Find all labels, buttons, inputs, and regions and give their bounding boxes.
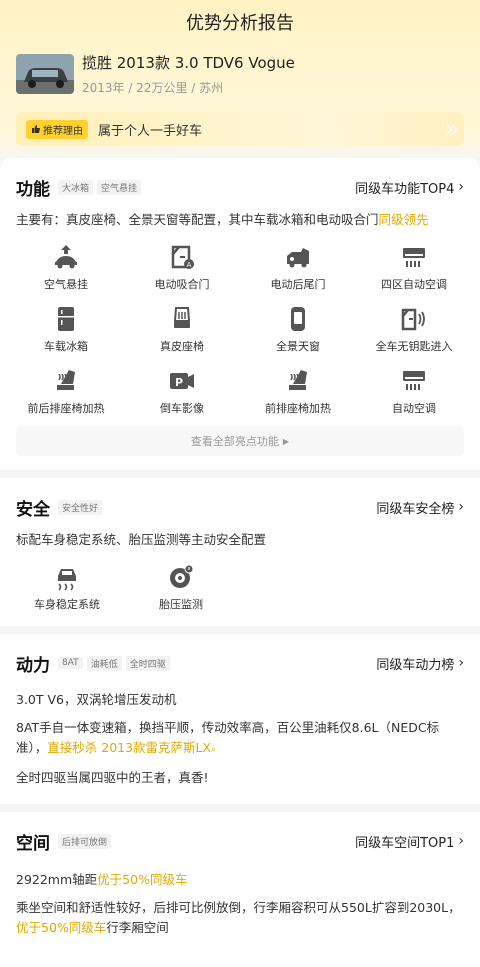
feature-item[interactable]: 电动后尾门 [240, 242, 356, 294]
soft-close-door-icon: A [171, 245, 194, 269]
keyless-entry-icon [401, 308, 425, 331]
chevron-right-icon: › [458, 179, 464, 195]
power-title: 动力 [16, 655, 50, 676]
feature-item[interactable]: A 电动吸合门 [124, 242, 240, 294]
page-header: 优势分析报告 [0, 0, 480, 44]
svg-text:A: A [187, 261, 192, 269]
feature-item[interactable]: 前后排座椅加热 [8, 366, 124, 418]
chevrons-decoration-icon: » [444, 114, 460, 144]
feature-item[interactable]: 胎压监测 [124, 562, 238, 614]
space-tag: 后排可放倒 [58, 833, 112, 849]
feature-item[interactable]: 自动空调 [356, 366, 472, 418]
leather-seat-icon [173, 307, 191, 328]
power-tag: 油耗低 [86, 655, 122, 671]
stability-control-icon [58, 569, 76, 591]
car-meta: 2013年 / 22万公里 / 苏州 [82, 81, 224, 95]
triangle-right-icon: ▶ [282, 436, 290, 446]
seat-heat-icon [57, 370, 75, 390]
feature-item[interactable]: 前排座椅加热 [240, 366, 356, 418]
power-tailgate-icon [287, 248, 309, 268]
page-title: 优势分析报告 [186, 13, 294, 34]
function-tag: 空气悬挂 [97, 179, 142, 195]
function-card: 功能 大冰箱 空气悬挂 同级车功能TOP4 › 主要有：真皮座椅、全景天窗等配置，… [0, 158, 480, 470]
power-tag: 8AT [58, 657, 83, 669]
feature-item[interactable]: 真皮座椅 [124, 304, 240, 356]
feature-item[interactable]: 车身稳定系统 [10, 562, 124, 614]
power-transmission: 8AT手自一体变速箱，换挡平顺，传动效率高，百公里油耗仅8.6L（NEDC标准）… [16, 720, 440, 755]
view-all-features-button[interactable]: 查看全部亮点功能 ▶ [16, 426, 464, 456]
power-engine: 3.0T V6，双涡轮增压发动机 [16, 692, 177, 707]
seat-heat-icon [289, 370, 307, 390]
compare-link[interactable]: 直接秒杀 2013款雷克萨斯LX [47, 740, 211, 755]
power-rank-link[interactable]: 同级车动力榜 › [376, 654, 464, 673]
recommend-tag: 推荐理由 [26, 119, 88, 139]
chevron-right-icon: › [458, 499, 464, 515]
feature-item[interactable]: 全车无钥匙进入 [356, 304, 472, 356]
thumbs-up-icon [32, 125, 40, 133]
feature-item[interactable]: 车载冰箱 [8, 304, 124, 356]
space-luggage: 乘坐空间和舒适性较好，后排可比例放倒，行李厢容积可从550L扩容到2030L，优… [16, 900, 461, 935]
safety-card: 安全 安全性好 同级车安全榜 › 标配车身稳定系统、胎压监测等主动安全配置 车身稳… [0, 478, 480, 626]
safety-feature-grid: 车身稳定系统 胎压监测 [0, 550, 480, 614]
chevron-right-icon: › [458, 833, 464, 849]
climate-zone-icon [403, 248, 425, 267]
safety-desc: 标配车身稳定系统、胎压监测等主动安全配置 [16, 532, 267, 547]
function-desc: 主要有：真皮座椅、全景天窗等配置，其中车载冰箱和电动吸合门同级领先 [16, 212, 429, 227]
safety-tag: 安全性好 [58, 499, 103, 515]
search-icon: ⌕ [211, 745, 217, 755]
chevron-right-icon: › [458, 655, 464, 671]
recommend-text: 属于个人一手好车 [98, 123, 203, 139]
space-wheelbase: 2922mm轴距优于50%同级车 [16, 872, 188, 887]
space-title: 空间 [16, 833, 50, 854]
air-suspension-icon [55, 245, 77, 269]
safety-title: 安全 [16, 499, 50, 520]
function-feature-grid: 空气悬挂 A 电动吸合门 电动后尾门 四区自动空调 车载冰箱 真皮座椅 全景天窗 [0, 230, 480, 418]
car-name: 揽胜 2013款 3.0 TDV6 Vogue [82, 54, 295, 72]
power-card: 动力 8AT 油耗低 全时四驱 同级车动力榜 › 3.0T V6，双涡轮增压发动机… [0, 634, 480, 804]
fridge-icon [58, 307, 74, 331]
feature-item[interactable]: 四区自动空调 [356, 242, 472, 294]
svg-text:P: P [175, 376, 183, 389]
car-thumbnail [16, 54, 74, 94]
function-title: 功能 [16, 179, 50, 200]
auto-ac-icon [403, 371, 425, 390]
car-summary: 揽胜 2013款 3.0 TDV6 Vogue 2013年 / 22万公里 / … [0, 44, 480, 96]
recommend-reason: 推荐理由 属于个人一手好车 » [16, 112, 464, 146]
feature-item[interactable]: P 倒车影像 [124, 366, 240, 418]
power-drivetrain: 全时四驱当属四驱中的王者，真香! [16, 770, 209, 785]
space-card: 空间 后排可放倒 同级车空间TOP1 › 2922mm轴距优于50%同级车 乘坐空… [0, 812, 480, 967]
feature-item[interactable]: 空气悬挂 [8, 242, 124, 294]
parking-camera-icon: P [170, 373, 194, 389]
function-tag: 大冰箱 [58, 179, 94, 195]
safety-rank-link[interactable]: 同级车安全榜 › [376, 498, 464, 517]
space-rank-link[interactable]: 同级车空间TOP1 › [355, 832, 464, 851]
power-tag: 全时四驱 [125, 655, 170, 671]
feature-item[interactable]: 全景天窗 [240, 304, 356, 356]
panoramic-roof-icon [291, 307, 305, 331]
function-rank-link[interactable]: 同级车功能TOP4 › [355, 178, 464, 197]
tire-pressure-icon [170, 564, 194, 588]
